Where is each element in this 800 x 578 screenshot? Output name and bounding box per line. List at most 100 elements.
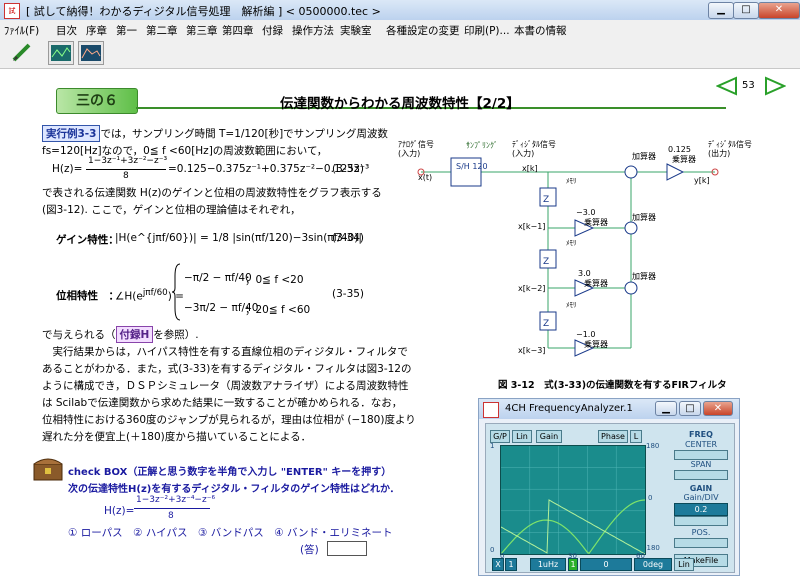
minimize-button[interactable]: ▁ — [708, 2, 734, 19]
toolbar — [0, 38, 800, 69]
mult-label-2: 乗算器 — [584, 279, 608, 288]
delay-block-2: Z — [543, 257, 549, 267]
phase-case-1-cond: ；0≦ f <20 — [245, 274, 304, 286]
status-freq: 1uHz — [530, 558, 566, 571]
status-lin[interactable]: Lin — [674, 558, 694, 571]
close-button[interactable]: ✕ — [758, 2, 800, 19]
para-line-6: 遅れた分を便宜上(＋180)度から描いていることによる． — [42, 431, 312, 443]
phase-curve — [500, 499, 646, 555]
response-graph — [500, 446, 646, 555]
adder-label-2: 加算器 — [632, 213, 656, 222]
body-line-4: (図3-12). ここで，ゲインと位相の理論値はそれぞれ， — [42, 204, 301, 216]
check-eq-lhs: H(z)= — [104, 505, 135, 517]
eq3-number: (3-35) — [332, 288, 365, 300]
pos-label: POS. — [691, 528, 711, 537]
menu-ch1[interactable]: 第一 — [116, 23, 137, 38]
mult-label-1: 乗算器 — [584, 218, 608, 227]
menu-ch2[interactable]: 第二章 — [146, 23, 178, 38]
xt-label: x(t) — [418, 173, 433, 182]
phase-case-1: −π/2 − πf/40 — [184, 272, 252, 284]
analyzer2-tool-button[interactable] — [78, 41, 104, 65]
gaindiv-arrows[interactable] — [674, 516, 728, 526]
gain-curve — [500, 499, 646, 555]
digital-output-label: ﾃﾞｨｼﾞﾀﾙ信号 (出力) — [708, 140, 752, 158]
answer-label: (答) — [300, 544, 319, 556]
menu-bar: ﾌｧｲﾙ(F) 目次 序章 第一 第二章 第三章 第四章 付録 操作方法 実験室… — [0, 20, 800, 39]
menu-contents[interactable]: 目次 — [56, 23, 77, 38]
coef-0: 0.125 — [668, 145, 691, 154]
sampling-label: ｻﾝﾌﾟﾘﾝｸﾞ — [466, 141, 498, 150]
memory-label-1: ﾒﾓﾘ — [566, 177, 577, 185]
xk1-label: x[k−1] — [518, 222, 546, 231]
eq1-fraction-bar — [86, 169, 166, 170]
next-page-icon[interactable] — [764, 76, 786, 96]
menu-ch4[interactable]: 第四章 — [222, 23, 254, 38]
spectrum-icon — [81, 45, 101, 61]
menu-appendix[interactable]: 付録 — [262, 23, 283, 38]
adder-label-3: 加算器 — [632, 272, 656, 281]
eq1-lhs: H(z)= — [52, 163, 83, 175]
status-x[interactable]: X — [492, 558, 504, 571]
analyzer-status-bar: X 1 1uHz 1 0 0deg Lin — [492, 558, 728, 571]
gain-toggle[interactable]: Gain — [536, 430, 562, 443]
delay-block-1: Z — [543, 195, 549, 205]
check-eq-denominator: 8 — [168, 511, 174, 521]
answer-input[interactable] — [327, 541, 367, 556]
appendix-link[interactable]: 付録H — [115, 326, 154, 343]
gaindiv-label: Gain/DIV — [683, 493, 719, 502]
coef-1: −3.0 — [576, 208, 596, 217]
prev-page-icon[interactable] — [716, 76, 738, 96]
menu-file[interactable]: ﾌｧｲﾙ(F) — [4, 23, 39, 38]
lin-toggle[interactable]: Lin — [512, 430, 532, 443]
eq2-number: (3-34) — [332, 232, 365, 244]
check-question: 次の伝達特性H(z)を有するディジタル・フィルタのゲイン特性はどれか． — [68, 484, 400, 495]
body-line-2: fs=120[Hz]なので，0≦ f <60[Hz]の周波数範囲において， — [42, 145, 328, 157]
maximize-button[interactable]: □ — [733, 2, 759, 19]
center-arrows[interactable] — [674, 450, 728, 460]
analog-input-label: ｱﾅﾛｸﾞ信号 (入力) — [398, 140, 434, 158]
phase-brace — [172, 263, 181, 321]
span-label: SPAN — [690, 460, 712, 469]
memory-label-3: ﾒﾓﾘ — [566, 301, 577, 309]
check-title: check BOX（正解と思う数字を半角で入力し "ENTER" キーを押す） — [68, 467, 392, 478]
analyzer-tool-button[interactable] — [48, 41, 74, 65]
status-value: 0 — [580, 558, 632, 571]
window-title: [ 試して納得！わかるディジタル信号処理 解析編 ] < 0500000.tec… — [26, 5, 381, 18]
phase-case-2-cond: ；20≦ f <60 — [245, 304, 311, 316]
gain-section-label: GAIN — [689, 484, 713, 493]
check-eq-numerator: 1−3z⁻²+3z⁻⁴−z⁻⁶ — [136, 495, 216, 505]
page-title: 伝達関数からわかる周波数特性【2/2】 — [280, 96, 520, 112]
analyzer-close-button[interactable]: ✕ — [703, 401, 733, 416]
y-right-bottom: -180 — [644, 544, 660, 552]
para-line-3: ように構成でき，ＤＳＰシミュレータ（周波数アナライザ）による周波数特性 — [42, 380, 409, 392]
menu-intro[interactable]: 序章 — [86, 23, 107, 38]
menu-howto[interactable]: 操作方法 — [292, 23, 334, 38]
menu-settings[interactable]: 各種設定の変更 — [386, 23, 460, 38]
coef-3: −1.0 — [576, 330, 596, 339]
l-toggle[interactable]: L — [630, 430, 642, 443]
menu-ch3[interactable]: 第三章 — [186, 23, 218, 38]
xk3-label: x[k−3] — [518, 346, 546, 355]
mult-label-3: 乗算器 — [584, 340, 608, 349]
freq-label: FREQ — [689, 430, 713, 439]
phase-label: 位相特性 ： — [56, 290, 119, 302]
menu-lab[interactable]: 実験室 — [340, 23, 372, 38]
page-navigation: 53 — [716, 76, 786, 96]
span-arrows[interactable] — [674, 470, 728, 480]
check-fraction-bar — [134, 508, 210, 509]
menu-print[interactable]: 印刷(P)... — [464, 23, 510, 38]
analyzer-title: 4CH FrequencyAnalyzer.1 — [505, 403, 633, 414]
menu-about[interactable]: 本書の情報 — [514, 23, 567, 38]
analyzer-minimize-button[interactable]: ▁ — [655, 401, 677, 416]
analyzer-maximize-button[interactable]: □ — [679, 401, 701, 416]
pen-tool-button[interactable] — [10, 41, 34, 63]
analyzer-panel: G/P Lin Gain Phase L 1 0 180 0 -180 0 30… — [485, 423, 735, 573]
phase-toggle[interactable]: Phase — [598, 430, 628, 443]
gain-equation: |H(e^{jπf/60})| = 1/8 |sin(πf/120)−3sin(… — [115, 232, 362, 244]
yk-label: y[k] — [694, 176, 710, 185]
digital-input-label: ﾃﾞｨｼﾞﾀﾙ信号 (入力) — [512, 140, 556, 158]
y-right-top: 180 — [646, 442, 660, 450]
example-link[interactable]: 実行例3-3 — [42, 125, 101, 142]
check-options: ① ローパス ② ハイパス ③ バンドパス ④ バンド・エリミネート — [68, 527, 393, 539]
pos-arrows[interactable] — [674, 538, 728, 548]
